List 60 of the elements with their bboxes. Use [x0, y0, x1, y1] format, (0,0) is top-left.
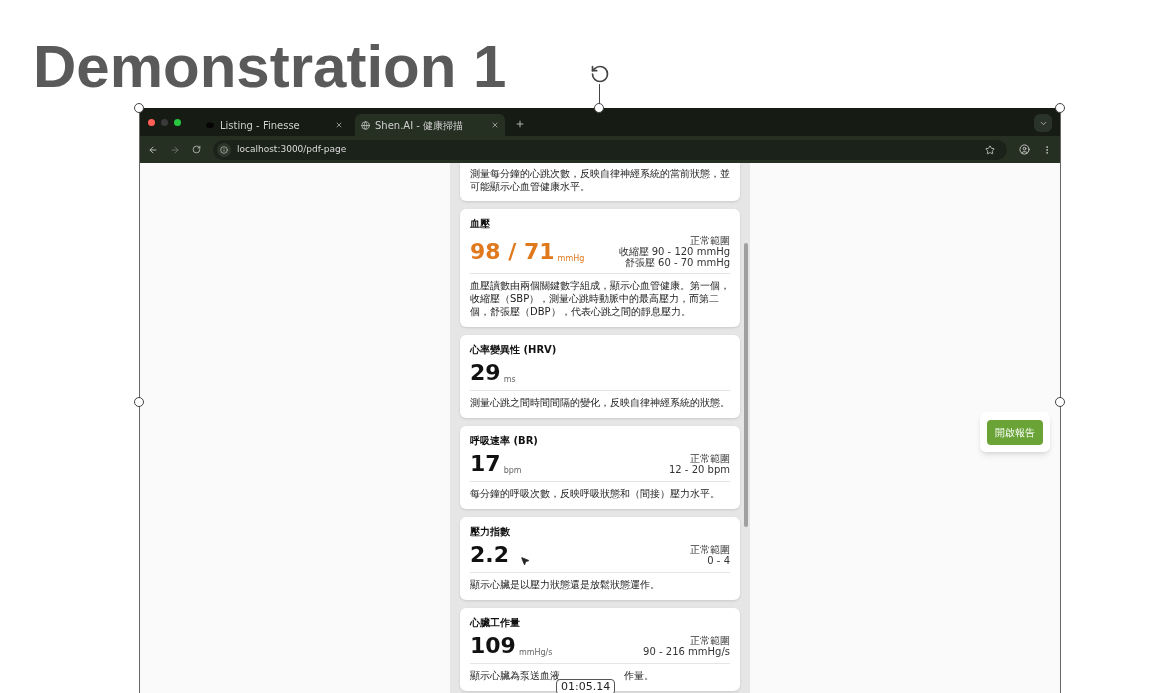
url-text: localhost:3000/pdf-page — [237, 142, 347, 156]
resize-handle[interactable] — [1055, 103, 1065, 113]
address-bar[interactable]: localhost:3000/pdf-page — [213, 139, 1007, 160]
profile-icon[interactable] — [1019, 144, 1030, 155]
metric-value: 2.2 — [470, 543, 509, 567]
star-icon[interactable] — [985, 144, 995, 155]
card-title: 呼吸速率 (BR) — [470, 434, 539, 448]
card-description: 測量每分鐘的心跳次數，反映自律神經系統的當前狀態，並可能顯示心血管健康水平。 — [470, 167, 730, 193]
range-label: 正常範圍 — [690, 453, 730, 464]
range-text: 舒張壓 60 - 70 mmHg — [624, 257, 730, 268]
globe-icon — [361, 120, 370, 130]
range-label: 正常範圍 — [690, 235, 730, 246]
forward-icon[interactable] — [170, 144, 180, 155]
card-description: 顯示心臟為泵送血液 — [470, 669, 560, 682]
card-description: 血壓讀數由兩個關鍵數字組成，顯示心血管健康。第一個，收縮壓（SBP），測量心跳時動脈中的最高壓力，而第二個，舒張壓（DBP），代表心跳之間的靜息壓力。 — [470, 279, 730, 318]
close-icon[interactable] — [491, 121, 499, 129]
metric-value: 17 — [470, 452, 501, 476]
range-label: 正常範圍 — [690, 635, 730, 646]
tab-title: Shen.AI - 健康掃描 — [375, 118, 465, 133]
metric-value: 98 / 71 — [470, 239, 555, 264]
cursor-icon — [520, 556, 530, 566]
card-title: 心率變異性 (HRV) — [470, 343, 558, 357]
range-label: 正常範圍 — [690, 544, 730, 555]
reload-icon[interactable] — [192, 145, 201, 154]
resize-handle[interactable] — [1055, 397, 1065, 407]
timestamp: 01:05.14 — [556, 679, 616, 693]
site-info-button[interactable] — [217, 142, 231, 157]
card-title: 血壓 — [470, 217, 491, 231]
range-text: 90 - 216 mmHg/s — [643, 646, 730, 657]
new-tab-icon[interactable] — [515, 119, 525, 129]
card-description: 每分鐘的呼吸次數，反映呼吸狀態和（間接）壓力水平。 — [470, 487, 721, 500]
card-description: 顯示心臟是以壓力狀態還是放鬆狀態運作。 — [470, 578, 661, 591]
range-text: 12 - 20 bpm — [668, 464, 730, 475]
metric-unit: mmHg — [557, 253, 585, 264]
card-description: 測量心跳之間時間間隔的變化，反映自律神經系統的狀態。 — [470, 396, 730, 409]
card-description: 作量。 — [624, 669, 654, 682]
card-title: 壓力指數 — [470, 525, 511, 539]
rotate-icon[interactable] — [590, 64, 610, 84]
close-window-icon[interactable] — [148, 118, 155, 126]
metric-unit: ms — [503, 375, 516, 385]
resize-handle[interactable] — [134, 397, 144, 407]
resize-handle[interactable] — [594, 103, 604, 113]
back-icon[interactable] — [148, 144, 158, 155]
range-text: 收縮壓 90 - 120 mmHg — [618, 246, 730, 257]
range-text: 0 - 4 — [707, 555, 730, 566]
browser-tab[interactable]: Listing - Finesse — [199, 114, 349, 136]
browser-tab[interactable]: Shen.AI - 健康掃描 — [355, 114, 505, 136]
metric-unit: bpm — [503, 466, 522, 476]
close-icon[interactable] — [335, 121, 343, 129]
metric-value: 29 — [470, 361, 501, 385]
metric-unit: mmHg/s — [518, 648, 553, 658]
maximize-window-icon[interactable] — [174, 118, 181, 126]
tab-title: Listing - Finesse — [220, 118, 301, 133]
scrollbar-thumb[interactable] — [744, 243, 748, 527]
slide-title: Demonstration 1 — [33, 32, 507, 102]
card-title: 心臟工作量 — [470, 616, 521, 630]
resize-handle[interactable] — [134, 103, 144, 113]
logo-icon — [205, 121, 215, 129]
metric-value: 109 — [470, 634, 516, 658]
info-icon — [220, 145, 228, 154]
